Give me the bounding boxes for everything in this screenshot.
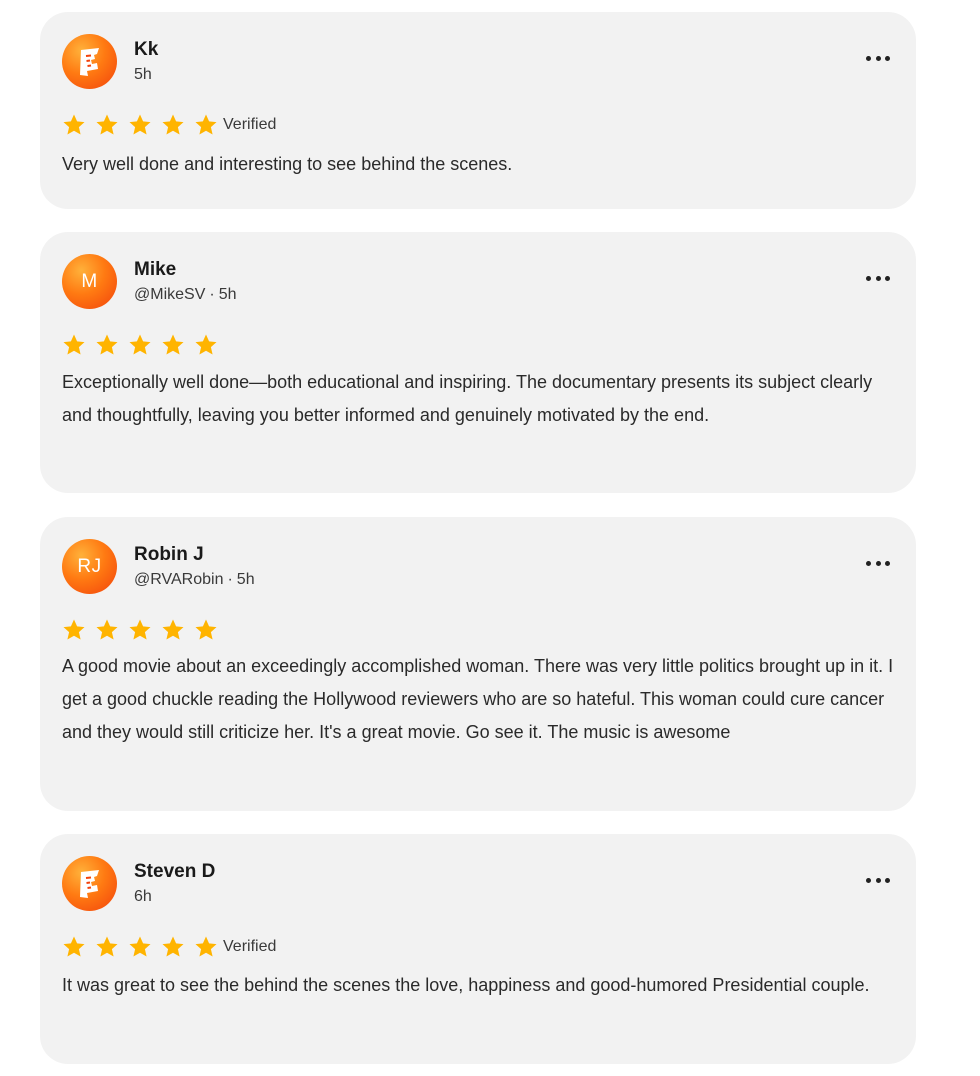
more-dot-icon [885, 560, 890, 566]
star-icon [162, 334, 184, 355]
star-icon [162, 114, 184, 135]
star-icon [162, 936, 184, 957]
more-dot-icon [875, 877, 881, 883]
review-time: 5h [218, 286, 237, 303]
avatar-initials: M [81, 270, 98, 292]
more-options-button[interactable] [866, 268, 890, 288]
star-icon [195, 334, 217, 355]
more-dot-icon [875, 55, 881, 61]
reviews-feed: Kk 5h Verified Very well done and intere… [0, 0, 980, 1076]
review-card: M Mike @MikeSV · 5h Exceptionally well don… [40, 232, 916, 493]
star-icon [129, 334, 151, 355]
avatar[interactable]: RJ [62, 539, 117, 594]
reviewer-handle[interactable]: @MikeSV [134, 286, 205, 303]
review-text: Exceptionally well done—both educational… [62, 372, 873, 425]
avatar[interactable] [62, 856, 117, 911]
star-rating [62, 617, 223, 643]
review-text: Very well done and interesting to see be… [62, 154, 513, 174]
fandango-logo-icon [79, 47, 99, 76]
more-dot-icon [866, 877, 871, 883]
star-icon [162, 619, 184, 640]
star-icon [129, 619, 151, 640]
reviewer-handle[interactable]: @RVARobin [134, 571, 223, 588]
review-card: RJ Robin J @RVARobin · 5h A good movie abo… [40, 517, 916, 811]
review-card: Kk 5h Verified Very well done and intere… [40, 12, 916, 209]
more-dot-icon [866, 55, 871, 61]
more-dot-icon [885, 275, 890, 281]
more-options-button[interactable] [866, 48, 890, 68]
star-rating: Verified [62, 934, 276, 960]
more-dot-icon [866, 560, 871, 566]
review-card: Steven D 6h Verified It was great to see… [40, 834, 916, 1064]
star-icon [63, 114, 85, 135]
review-text: A good movie about an exceedingly accomp… [62, 656, 894, 742]
star-icon [195, 619, 217, 640]
more-options-button[interactable] [866, 553, 890, 573]
star-icon [129, 114, 151, 135]
star-icon [96, 334, 118, 355]
star-icon [63, 936, 85, 957]
star-icon [195, 936, 217, 957]
more-dot-icon [885, 877, 890, 883]
fandango-logo-icon [79, 869, 99, 898]
avatar-initials: RJ [77, 555, 102, 577]
star-icon [63, 334, 85, 355]
star-icon [96, 619, 118, 640]
review-time: 5h [134, 66, 152, 83]
star-icon [96, 114, 118, 135]
star-icon [129, 936, 151, 957]
reviewer-name[interactable]: Steven D [134, 861, 215, 883]
meta-separator: · [227, 571, 233, 588]
review-time: 6h [134, 888, 152, 905]
review-meta: @RVARobin · 5h [134, 571, 255, 589]
review-meta: @MikeSV · 5h [134, 286, 237, 304]
review-text: It was great to see the behind the scene… [62, 975, 870, 995]
reviewer-name[interactable]: Mike [134, 259, 176, 281]
verified-badge: Verified [223, 938, 277, 955]
reviewer-name[interactable]: Kk [134, 39, 158, 61]
meta-separator: · [209, 286, 215, 303]
more-dot-icon [875, 275, 881, 281]
more-options-button[interactable] [866, 870, 890, 890]
star-icon [96, 936, 118, 957]
more-dot-icon [885, 55, 890, 61]
star-rating: Verified [62, 112, 276, 138]
reviewer-name[interactable]: Robin J [134, 544, 204, 566]
review-meta: 5h [134, 66, 152, 84]
star-icon [195, 114, 217, 135]
star-rating [62, 332, 223, 358]
star-icon [63, 619, 85, 640]
more-dot-icon [866, 275, 871, 281]
more-dot-icon [875, 560, 881, 566]
review-time: 5h [236, 571, 255, 588]
review-meta: 6h [134, 888, 152, 906]
avatar[interactable] [62, 34, 117, 89]
avatar[interactable]: M [62, 254, 117, 309]
verified-badge: Verified [223, 116, 277, 133]
